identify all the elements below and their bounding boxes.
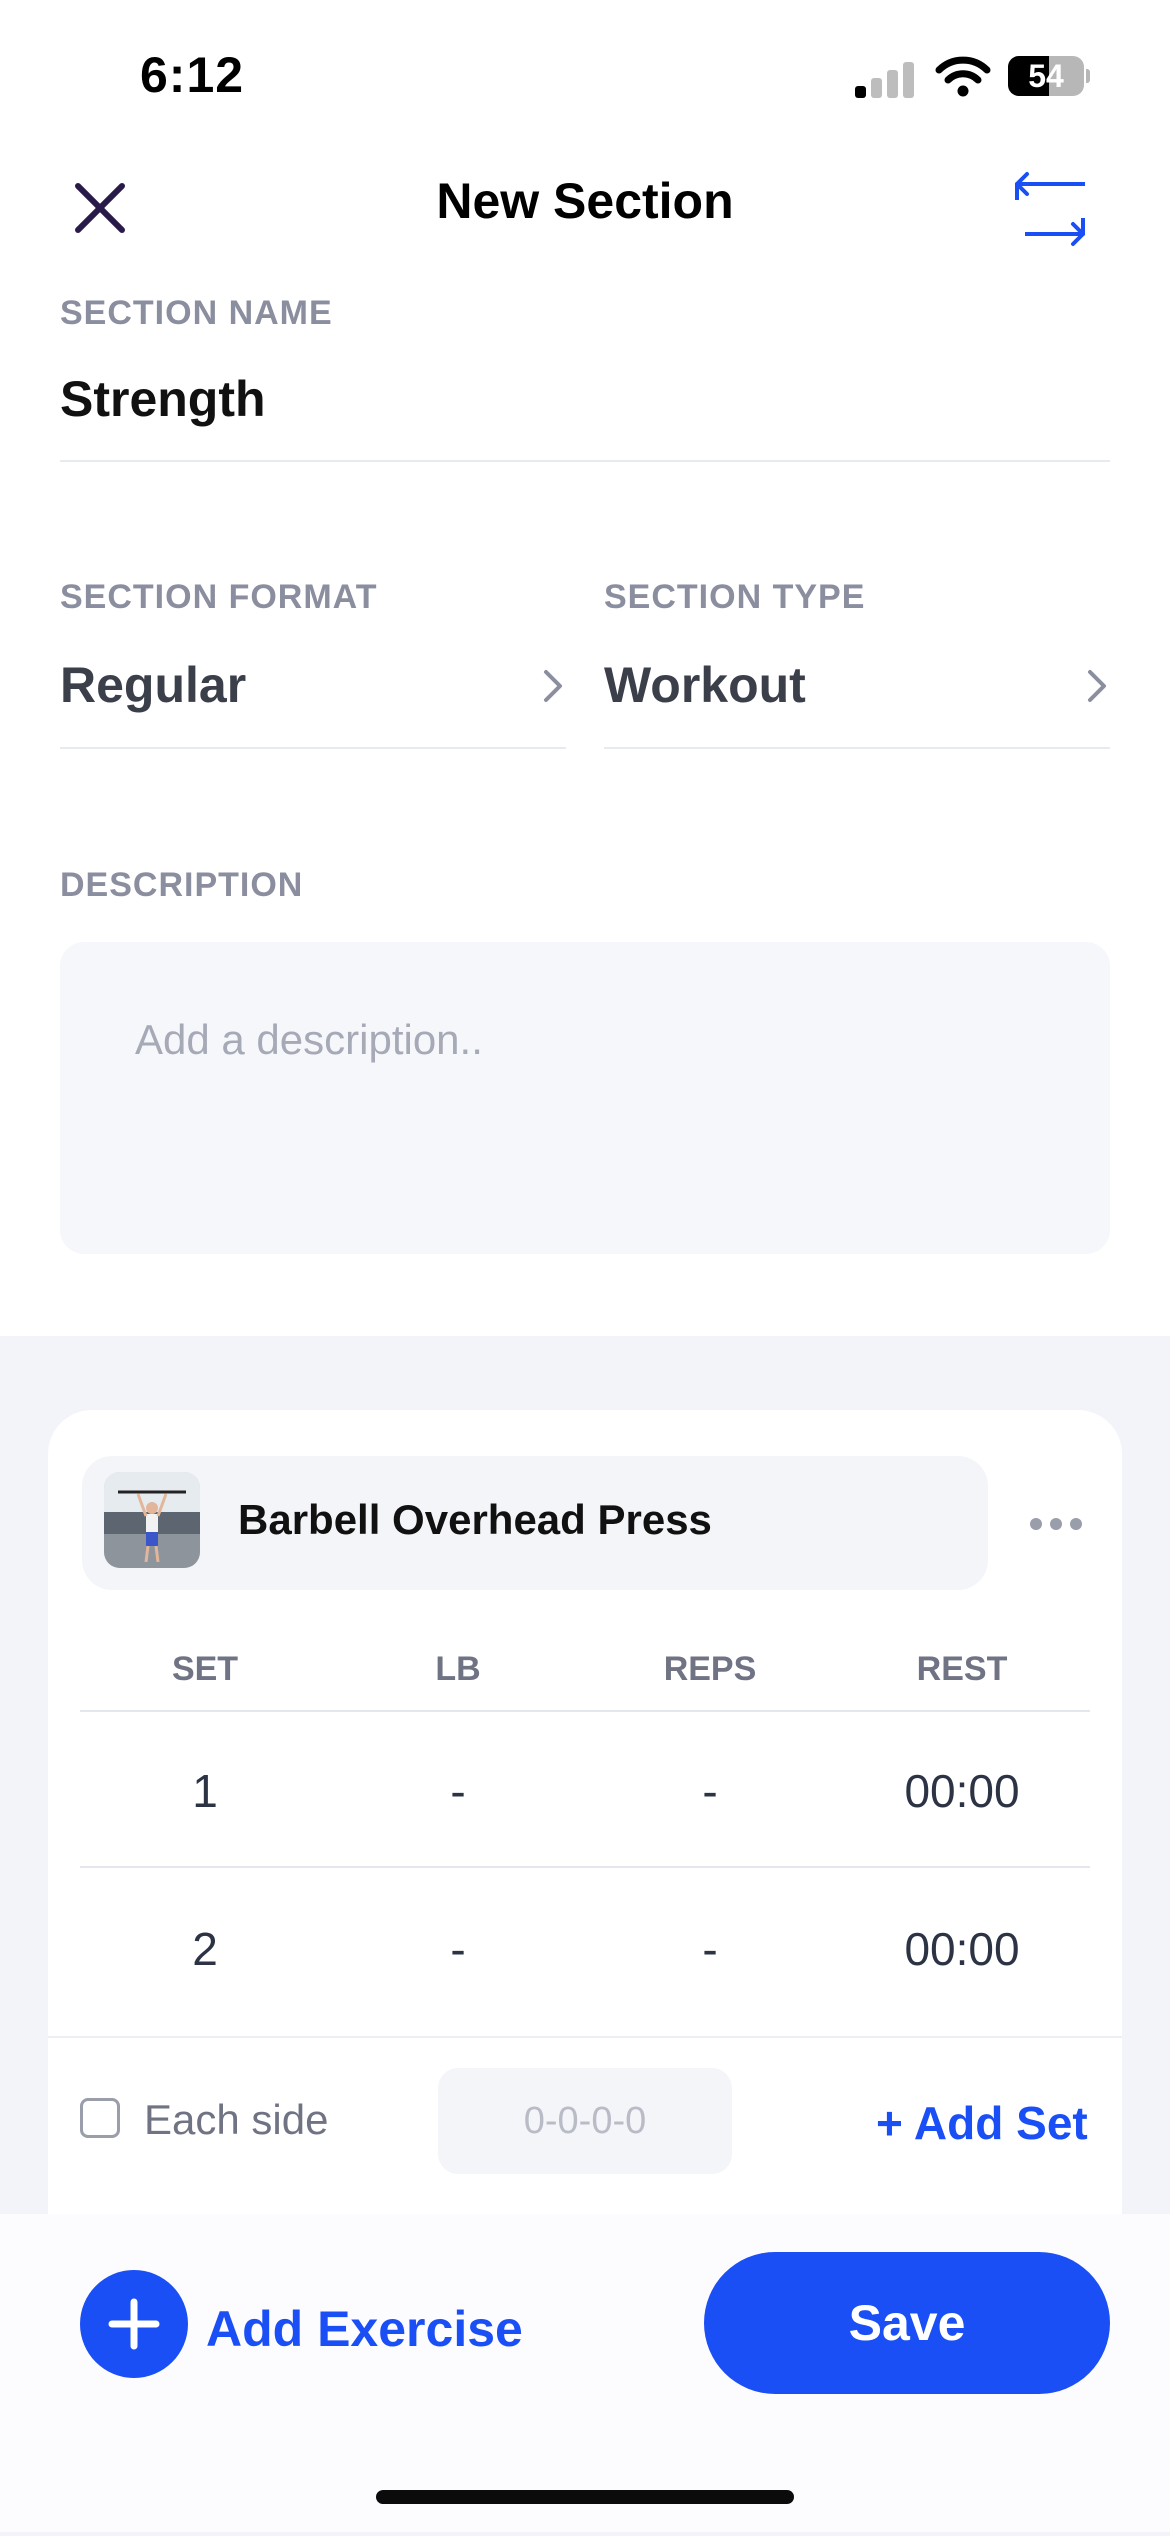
battery-icon: 54 — [1008, 56, 1090, 96]
status-time: 6:12 — [140, 47, 245, 103]
rest-input[interactable]: 00:00 — [862, 1922, 1062, 1976]
section-format-label: SECTION FORMAT — [60, 578, 378, 616]
battery-percent: 54 — [1028, 58, 1064, 94]
set-number: 1 — [192, 1765, 218, 1817]
section-name-label: SECTION NAME — [60, 294, 333, 332]
section-format-divider — [60, 747, 566, 749]
set-number: 2 — [192, 1923, 218, 1975]
wifi-icon — [935, 56, 991, 97]
save-button[interactable]: Save — [704, 2252, 1110, 2394]
cellular-signal-icon — [855, 58, 915, 98]
exercise-thumbnail — [104, 1472, 200, 1568]
weight-input[interactable]: - — [358, 1922, 558, 1976]
column-set: SET — [171, 1650, 239, 1688]
row-divider — [80, 1866, 1090, 1868]
tempo-input[interactable]: 0-0-0-0 — [438, 2068, 732, 2174]
reps-input[interactable]: - — [610, 1764, 810, 1818]
reps-input[interactable]: - — [610, 1922, 810, 1976]
chevron-right-icon[interactable] — [1082, 666, 1112, 706]
section-name-input[interactable]: Strength — [60, 370, 266, 428]
section-name-divider — [60, 460, 1110, 462]
exercise-name: Barbell Overhead Press — [238, 1496, 712, 1543]
table-divider — [80, 1710, 1090, 1712]
add-set-button[interactable]: + Add Set — [876, 2096, 1088, 2150]
page-title: New Section — [436, 173, 734, 229]
each-side-checkbox[interactable] — [80, 2098, 120, 2138]
chevron-right-icon[interactable] — [538, 666, 568, 706]
description-label: DESCRIPTION — [60, 866, 304, 904]
each-side-label: Each side — [144, 2096, 329, 2143]
more-options-icon[interactable] — [1030, 1508, 1084, 1538]
section-type-value[interactable]: Workout — [604, 656, 806, 714]
section-type-label: SECTION TYPE — [604, 578, 866, 616]
description-input[interactable] — [60, 942, 1110, 1254]
column-lb: LB — [435, 1650, 481, 1688]
section-type-divider — [604, 747, 1110, 749]
description-placeholder: Add a description.. — [135, 1016, 483, 1063]
card-divider — [48, 2036, 1122, 2038]
swap-icon[interactable] — [1005, 170, 1095, 250]
column-reps: REPS — [663, 1650, 757, 1688]
weight-input[interactable]: - — [358, 1764, 558, 1818]
column-rest: REST — [916, 1650, 1008, 1688]
section-format-value[interactable]: Regular — [60, 656, 246, 714]
home-indicator — [376, 2490, 794, 2504]
rest-input[interactable]: 00:00 — [862, 1764, 1062, 1818]
add-exercise-button[interactable]: Add Exercise — [206, 2300, 523, 2358]
add-exercise-icon[interactable] — [80, 2270, 188, 2378]
